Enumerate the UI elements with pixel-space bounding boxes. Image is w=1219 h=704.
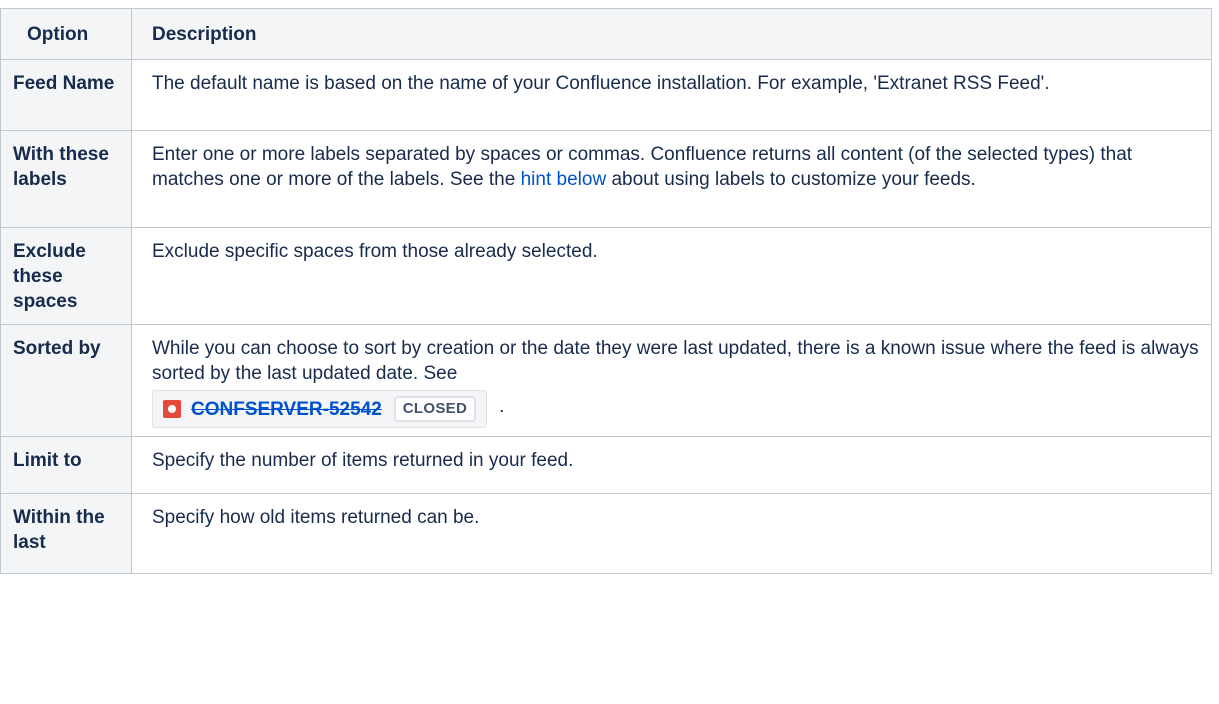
table-row: Feed Name The default name is based on t… — [0, 59, 1212, 131]
option-description: While you can choose to sort by creation… — [131, 324, 1212, 437]
table-row: Exclude these spaces Exclude specific sp… — [0, 227, 1212, 325]
option-description: Enter one or more labels separated by sp… — [131, 130, 1212, 228]
option-description: Exclude specific spaces from those alrea… — [131, 227, 1212, 325]
header-row: Option Description — [0, 8, 1212, 60]
hint-below-link[interactable]: hint below — [521, 169, 607, 190]
table-row: Within the last Specify how old items re… — [0, 493, 1212, 574]
option-description: The default name is based on the name of… — [131, 59, 1212, 131]
trailing-period: . — [499, 396, 505, 418]
option-name: Within the last — [0, 493, 132, 574]
options-table: Option Description Feed Name The default… — [0, 8, 1212, 574]
option-description: Specify how old items returned can be. — [131, 493, 1212, 574]
column-header-option: Option — [0, 8, 132, 60]
table-row: With these labels Enter one or more labe… — [0, 130, 1212, 228]
description-text: about using labels to customize your fee… — [606, 169, 976, 190]
option-name: Feed Name — [0, 59, 132, 131]
option-name: With these labels — [0, 130, 132, 228]
issue-key-link[interactable]: CONFSERVER-52542 — [191, 397, 382, 422]
jira-issue-macro[interactable]: CONFSERVER-52542 CLOSED — [152, 390, 488, 428]
table-row: Sorted by While you can choose to sort b… — [0, 324, 1212, 437]
option-name: Limit to — [0, 436, 132, 494]
column-header-description: Description — [131, 8, 1212, 60]
jira-bug-icon — [163, 400, 181, 418]
option-name: Sorted by — [0, 324, 132, 437]
description-text: While you can choose to sort by creation… — [152, 338, 1199, 384]
option-name: Exclude these spaces — [0, 227, 132, 325]
option-description: Specify the number of items returned in … — [131, 436, 1212, 494]
table-row: Limit to Specify the number of items ret… — [0, 436, 1212, 494]
status-badge: CLOSED — [393, 396, 477, 422]
